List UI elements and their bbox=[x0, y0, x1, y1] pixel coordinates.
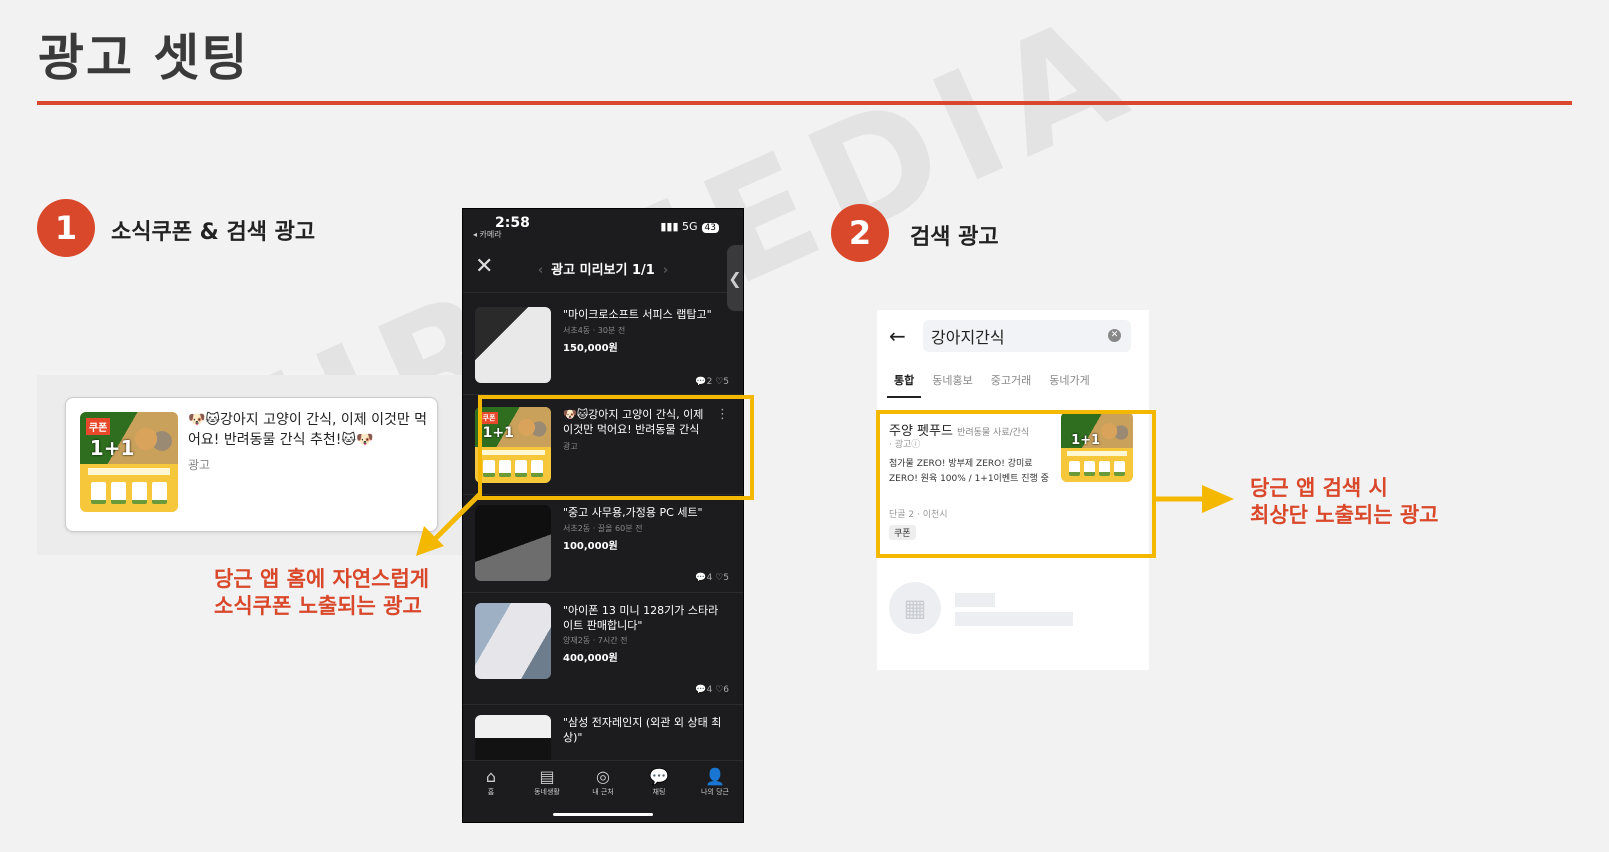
preview-nav: ✕ ‹ 광고 미리보기 1/1 › bbox=[463, 249, 743, 293]
ad-card-title: 🐶🐱강아지 고양이 간식, 이제 이것만 먹어요! 반려동물 간식 추천!🐱🐶 bbox=[188, 412, 428, 448]
skeleton-line bbox=[955, 612, 1073, 626]
chat-icon: 💬 bbox=[649, 767, 669, 786]
step-1-badge: 1 bbox=[37, 199, 95, 257]
prev-chevron-icon[interactable]: ‹ bbox=[538, 263, 543, 278]
status-bar: 2:58 ◂ 카메라 ▮▮▮ 5G 43 bbox=[463, 209, 743, 241]
tab-local-shops[interactable]: 동네가게 bbox=[1042, 370, 1096, 398]
signal-indicator: ▮▮▮ 5G 43 bbox=[660, 220, 719, 233]
skeleton-line bbox=[955, 593, 995, 607]
user-icon: 👤 bbox=[705, 767, 725, 786]
promo-text: 1+1 bbox=[89, 436, 135, 460]
listing-item[interactable]: "마이크로소프트 서피스 랩탑고" 서초4동 · 30분 전 150,000원 … bbox=[463, 295, 743, 395]
clear-icon[interactable]: ✕ bbox=[1108, 329, 1121, 342]
listing-item[interactable]: "삼성 전자레인지 (외관 외 상태 최상)" bbox=[463, 705, 743, 791]
pets-image bbox=[130, 420, 175, 462]
tab-all[interactable]: 통합 bbox=[887, 370, 922, 398]
next-chevron-icon[interactable]: › bbox=[663, 263, 668, 278]
search-tabs: 통합 동네홍보 중고거래 동네가게 bbox=[887, 370, 1149, 398]
listing-item[interactable]: "아이폰 13 미니 128기가 스타라이트 판매합니다" 양재2동 · 7시간… bbox=[463, 593, 743, 705]
battery-icon: 43 bbox=[701, 223, 719, 233]
location-icon: ◎ bbox=[596, 767, 610, 786]
home-icon: ⌂ bbox=[485, 767, 497, 786]
community-icon: ▤ bbox=[539, 767, 555, 786]
back-arrow-icon[interactable]: ← bbox=[889, 324, 906, 348]
ad-highlight-box bbox=[478, 395, 754, 500]
search-box: ✕ bbox=[923, 320, 1131, 352]
ad-card-tag: 광고 bbox=[188, 458, 211, 472]
step-2-badge: 2 bbox=[831, 204, 889, 262]
listing-image bbox=[475, 307, 551, 383]
preview-title: 광고 미리보기 1/1 bbox=[551, 263, 655, 278]
title-divider bbox=[37, 101, 1572, 105]
search-ad-highlight-box bbox=[876, 410, 1156, 558]
ad-thumbnail: 쿠폰 1+1 bbox=[80, 412, 178, 512]
phone-screen: 2:58 ◂ 카메라 ▮▮▮ 5G 43 ✕ ‹ 광고 미리보기 1/1 › ❮ "마… bbox=[462, 208, 744, 823]
coupon-ad-card[interactable]: 쿠폰 1+1 🐶🐱강아지 고양이 간식, 이제 이것만 먹어요! 반려동물 간식… bbox=[65, 397, 438, 532]
tab-used-trade[interactable]: 중고거래 bbox=[984, 370, 1038, 398]
tab-home[interactable]: ⌂ 홈 bbox=[465, 767, 517, 822]
listing-item[interactable]: "중고 사무용,가정용 PC 세트" 서초2동 · 끌올 60분 전 100,0… bbox=[463, 495, 743, 593]
shop-placeholder-icon: ▦ bbox=[889, 582, 941, 634]
search-input[interactable] bbox=[923, 320, 1093, 352]
back-to-camera[interactable]: ◂ 카메라 bbox=[473, 229, 502, 240]
callout-left: 당근 앱 홈에 자연스럽게 소식쿠폰 노출되는 광고 bbox=[214, 567, 430, 618]
tab-my-carrot[interactable]: 👤 나의 당근 bbox=[689, 767, 741, 822]
page-title: 광고 셋팅 bbox=[38, 29, 250, 87]
arrow-right-icon bbox=[1156, 485, 1234, 513]
tab-local-promo[interactable]: 동네홍보 bbox=[925, 370, 979, 398]
step-2-label: 검색 광고 bbox=[910, 225, 999, 250]
arrow-left-icon bbox=[416, 492, 482, 556]
home-indicator bbox=[553, 813, 653, 816]
callout-right: 당근 앱 검색 시 최상단 노출되는 광고 bbox=[1250, 476, 1439, 527]
listing-image bbox=[475, 603, 551, 679]
step-1-label: 소식쿠폰 & 검색 광고 bbox=[111, 220, 316, 245]
coupon-badge: 쿠폰 bbox=[85, 418, 111, 435]
